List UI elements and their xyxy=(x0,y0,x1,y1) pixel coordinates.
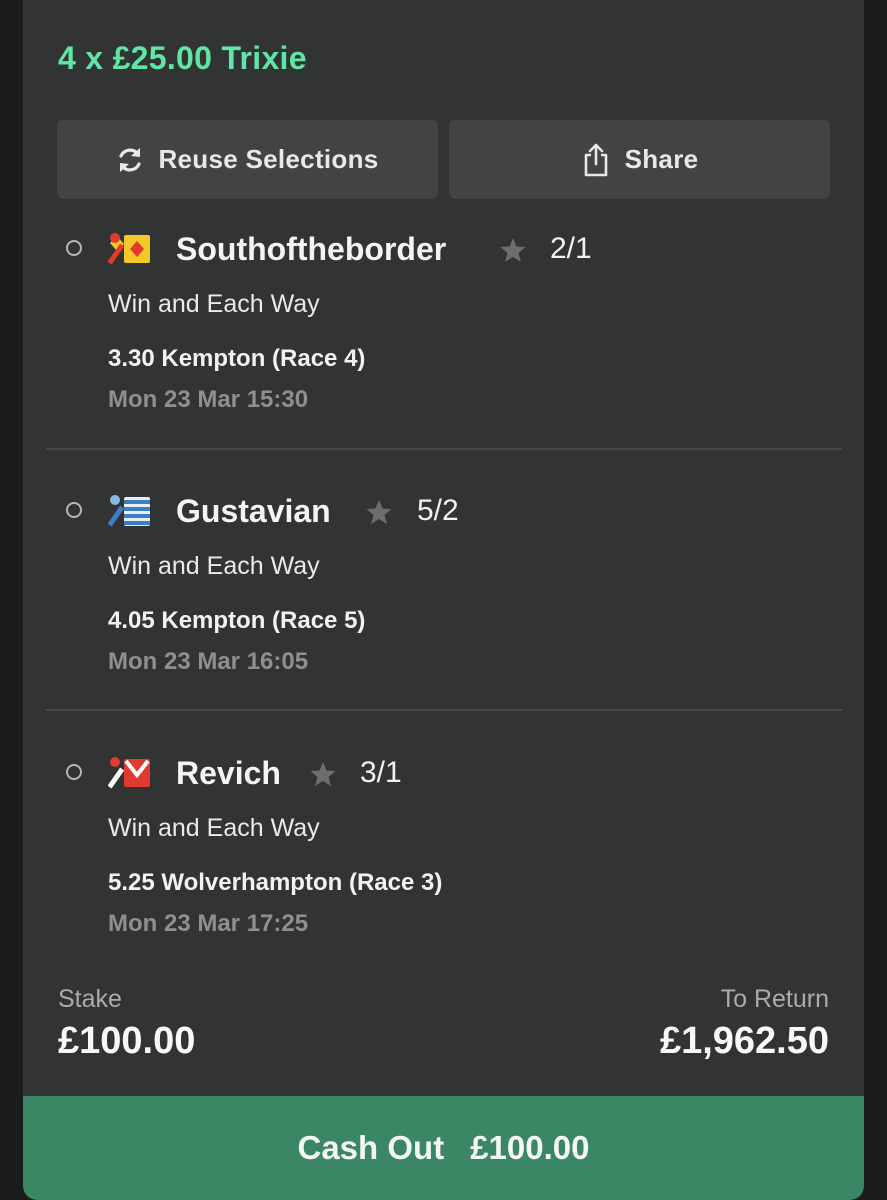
silk-yellow-red-diamonds-icon xyxy=(107,231,152,267)
share-button[interactable]: Share xyxy=(449,120,830,199)
to-return-value: £1,962.50 xyxy=(659,1020,829,1062)
horse-name: Southoftheborder xyxy=(176,231,447,267)
reuse-selections-label: Reuse Selections xyxy=(158,144,379,174)
to-return-label: To Return xyxy=(720,985,829,1013)
odds: 2/1 xyxy=(550,232,592,265)
share-label: Share xyxy=(624,144,699,174)
silk-blue-white-hoops-icon xyxy=(107,493,152,529)
market-type: Win and Each Way xyxy=(108,552,320,580)
bet-card: 4 x £25.00 Trixie Reuse Selections Share xyxy=(23,0,864,1200)
divider xyxy=(46,709,842,711)
race-datetime: Mon 23 Mar 15:30 xyxy=(108,386,309,413)
stake-label: Stake xyxy=(58,985,122,1013)
divider xyxy=(46,448,842,450)
stake-value: £100.00 xyxy=(58,1020,196,1062)
refresh-icon xyxy=(116,145,144,175)
race-datetime: Mon 23 Mar 17:25 xyxy=(108,910,309,937)
share-icon xyxy=(581,142,611,178)
odds: 5/2 xyxy=(417,494,459,527)
selection-radio[interactable] xyxy=(66,502,82,518)
favourite-star-icon[interactable] xyxy=(365,498,393,526)
race-datetime: Mon 23 Mar 16:05 xyxy=(108,648,309,675)
selection-radio[interactable] xyxy=(66,240,82,256)
horse-name: Revich xyxy=(176,755,281,791)
favourite-star-icon[interactable] xyxy=(309,760,337,788)
race-name: 3.30 Kempton (Race 4) xyxy=(108,345,366,372)
cash-out-button[interactable]: Cash Out £100.00 xyxy=(23,1096,864,1200)
reuse-selections-button[interactable]: Reuse Selections xyxy=(57,120,438,199)
selection-radio[interactable] xyxy=(66,764,82,780)
cash-out-label: Cash Out xyxy=(297,1129,445,1166)
odds: 3/1 xyxy=(360,756,402,789)
horse-name: Gustavian xyxy=(176,493,331,529)
market-type: Win and Each Way xyxy=(108,290,320,318)
race-name: 4.05 Kempton (Race 5) xyxy=(108,607,366,634)
silk-red-white-chevron-icon xyxy=(107,755,152,791)
favourite-star-icon[interactable] xyxy=(499,236,527,264)
cash-out-amount: £100.00 xyxy=(470,1129,590,1166)
race-name: 5.25 Wolverhampton (Race 3) xyxy=(108,869,443,896)
bet-title: 4 x £25.00 Trixie xyxy=(58,40,307,76)
market-type: Win and Each Way xyxy=(108,814,320,842)
